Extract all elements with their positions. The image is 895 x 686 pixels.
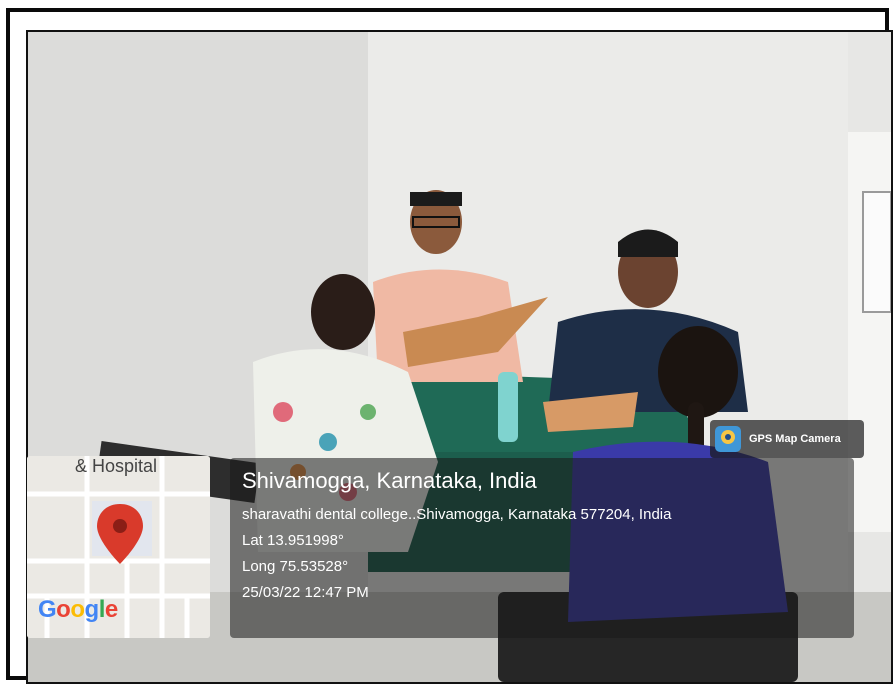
timestamp: 25/03/22 12:47 PM <box>242 584 369 601</box>
longitude: Long 75.53528° <box>242 558 349 575</box>
gps-map-camera-badge: GPS Map Camera <box>710 420 864 458</box>
location-title: Shivamogga, Karnataka, India <box>242 468 537 493</box>
map-thumbnail[interactable]: & Hospital Google <box>27 456 210 638</box>
latitude: Lat 13.951998° <box>242 532 344 549</box>
badge-label: GPS Map Camera <box>749 433 841 445</box>
photo-frame: GPS Map Camera & Hospital Google Shivamo… <box>0 0 895 686</box>
map-camera-icon <box>715 426 741 452</box>
location-address: sharavathi dental college..Shivamogga, K… <box>242 506 672 523</box>
google-logo: Google <box>38 596 118 623</box>
map-place-label: & Hospital <box>75 456 158 476</box>
location-info: Shivamogga, Karnataka, India sharavathi … <box>242 468 671 610</box>
